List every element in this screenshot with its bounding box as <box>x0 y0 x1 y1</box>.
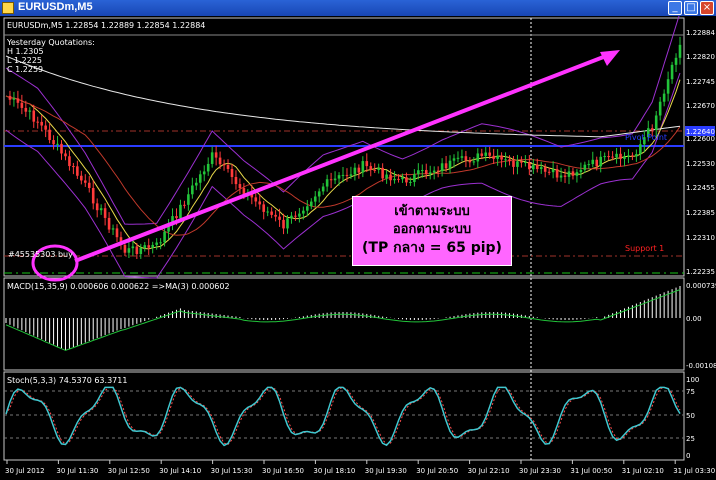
price-axis-label: 1.22235 <box>686 268 715 276</box>
quotations-title: Yesterday Quotations: <box>6 38 95 47</box>
time-axis-label: 31 Jul 03:30 <box>673 467 715 475</box>
pivot-label: Pivot Point <box>625 133 667 142</box>
moving-averages <box>5 55 681 250</box>
macd-axis-top: 0.000739 <box>686 282 716 290</box>
time-axis-label: 30 Jul 2012 <box>5 467 45 475</box>
app-icon <box>2 2 14 14</box>
window-titlebar[interactable]: EURUSDm,M5 _ □ × <box>0 0 716 16</box>
maximize-button[interactable]: □ <box>684 1 698 15</box>
quotation-low: L 1.2225 <box>7 56 42 65</box>
price-axis-label: 1.22385 <box>686 209 715 217</box>
time-axis-label: 30 Jul 19:30 <box>365 467 407 475</box>
stoch-label: Stoch(5,3,3) 74.5370 63.3711 <box>7 376 127 385</box>
time-axis-label: 30 Jul 18:10 <box>313 467 355 475</box>
time-axis-label: 30 Jul 14:10 <box>159 467 201 475</box>
strategy-callout: เข้าตามระบบ ออกตามระบบ (TP กลาง = 65 pip… <box>352 196 512 266</box>
time-axis-label: 30 Jul 22:10 <box>468 467 510 475</box>
callout-line-1: เข้าตามระบบ <box>394 204 470 219</box>
callout-line-3: (TP กลาง = 65 pip) <box>362 240 502 256</box>
minimize-button[interactable]: _ <box>668 1 682 15</box>
support-label: Support 1 <box>625 244 664 253</box>
trend-arrow <box>74 50 620 263</box>
macd-axis-zero: 0.00 <box>686 315 702 323</box>
price-axis: 1.22884 1.22820 1.22745 1.22670 1.22600 1.225… <box>686 29 715 276</box>
price-axis-label: 1.22310 <box>686 234 715 242</box>
quotation-close: C 1.2259 <box>7 65 43 74</box>
time-axis-label: 30 Jul 20:50 <box>416 467 458 475</box>
time-axis-label: 30 Jul 15:30 <box>211 467 253 475</box>
stoch-axis-50: 50 <box>686 412 695 420</box>
time-axis-label: 31 Jul 02:10 <box>622 467 664 475</box>
chart-area[interactable]: EURUSDm,M5 1.22854 1.22889 1.22854 1.228… <box>0 16 716 480</box>
price-axis-label: 1.22600 <box>686 135 715 143</box>
macd-histogram <box>5 286 681 351</box>
price-axis-label: 1.22884 <box>686 29 715 37</box>
stoch-axis-25: 25 <box>686 435 695 443</box>
order-label: #45535303 buy <box>8 250 73 259</box>
time-axis-label: 30 Jul 16:50 <box>262 467 304 475</box>
window-title: EURUSDm,M5 <box>18 1 93 13</box>
stoch-panel-frame <box>3 371 685 461</box>
price-axis-label: 1.22530 <box>686 160 715 168</box>
price-axis-label: 1.22670 <box>686 102 715 110</box>
time-axis-label: 30 Jul 12:50 <box>108 467 150 475</box>
callout-line-2: ออกตามระบบ <box>392 222 472 237</box>
time-axis-label: 31 Jul 00:50 <box>570 467 612 475</box>
close-button[interactable]: × <box>700 1 714 15</box>
macd-axis-bottom: -0.001089 <box>686 362 716 370</box>
macd-panel-frame <box>3 277 685 371</box>
macd-label: MACD(15,35,9) 0.000606 0.000622 =>MA(3) … <box>7 282 230 291</box>
stoch-axis-0: 0 <box>686 452 690 460</box>
price-axis-label: 1.22455 <box>686 184 715 192</box>
stoch-axis-100: 100 <box>686 376 699 384</box>
stoch-levels <box>4 390 684 439</box>
stoch-axis-75: 75 <box>686 388 695 396</box>
symbol-header: EURUSDm,M5 1.22854 1.22889 1.22854 1.228… <box>7 21 205 30</box>
price-axis-label: 1.22820 <box>686 53 715 61</box>
quotation-high: H 1.2305 <box>7 47 44 56</box>
price-axis-label: 1.22745 <box>686 78 715 86</box>
time-axis-label: 30 Jul 11:30 <box>56 467 98 475</box>
price-highlight: 1.22640 <box>686 128 715 136</box>
time-axis-label: 30 Jul 23:30 <box>519 467 561 475</box>
time-axis: 30 Jul 2012 30 Jul 11:30 30 Jul 12:50 30 Ju… <box>5 460 715 475</box>
stochastic-lines <box>5 386 681 447</box>
